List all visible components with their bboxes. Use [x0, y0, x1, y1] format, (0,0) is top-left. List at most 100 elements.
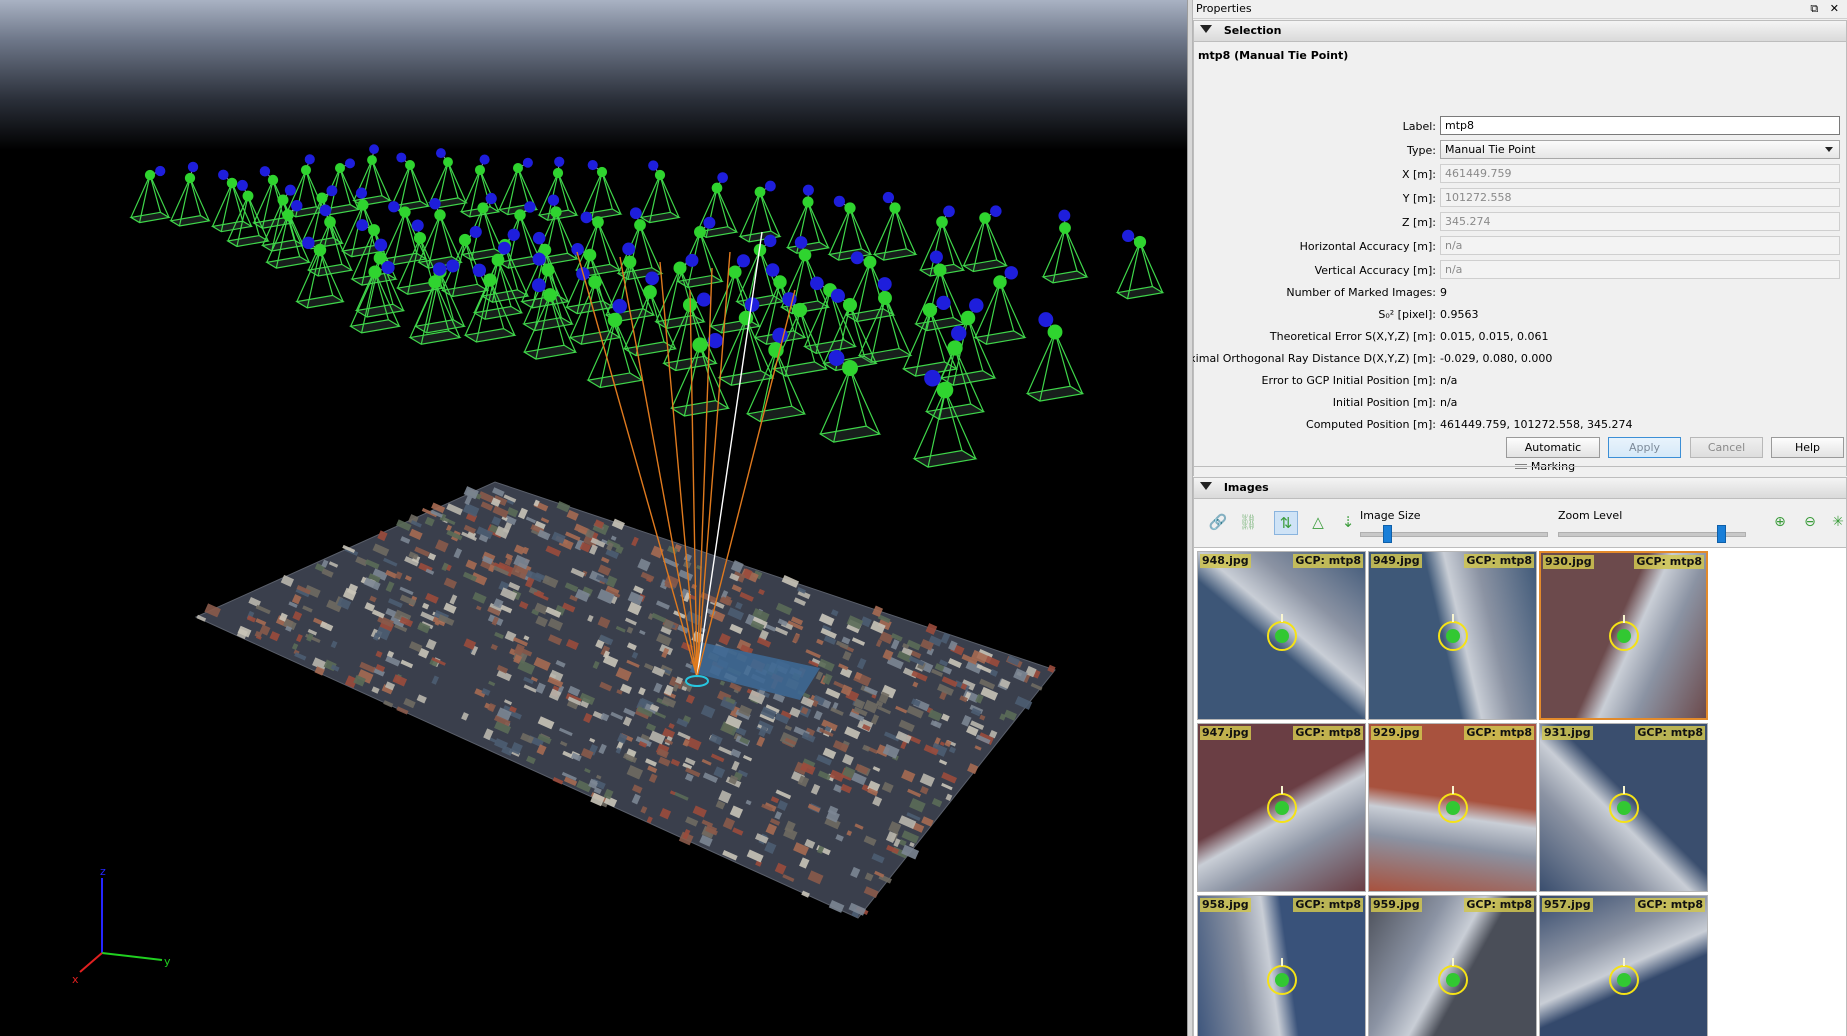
zoom-in-icon[interactable]: ⊕: [1768, 511, 1792, 535]
automatic-marking-button[interactable]: Automatic Marking: [1506, 437, 1600, 473]
camera-direction-dot: [531, 278, 546, 293]
sort-az-icon[interactable]: ⇣: [1336, 511, 1360, 535]
camera-frustum-edge: [383, 211, 406, 260]
selection-section-header[interactable]: Selection: [1193, 20, 1847, 42]
camera-center-dot: [936, 216, 948, 228]
chevron-down-icon[interactable]: [1825, 147, 1833, 152]
camera-frustum-edge: [828, 207, 851, 255]
image-size-slider-thumb[interactable]: [1383, 525, 1392, 543]
camera-frustum-edge: [1042, 227, 1066, 278]
camera-frustum-edge: [716, 187, 738, 233]
camera-direction-dot: [877, 277, 892, 292]
camera-frustum-edge: [1054, 331, 1084, 394]
type-dropdown[interactable]: Manual Tie Point: [1440, 140, 1840, 159]
help-button[interactable]: Help: [1771, 437, 1844, 458]
camera-center-dot: [643, 285, 657, 299]
3d-viewport[interactable]: z y x: [0, 0, 1187, 1036]
label-input[interactable]: mtp8: [1440, 116, 1840, 135]
image-thumbnail[interactable]: 949.jpg GCP: mtp8: [1368, 551, 1537, 720]
zoom-out-icon[interactable]: ⊖: [1798, 511, 1822, 535]
camera-direction-dot: [532, 231, 546, 245]
tie-point-marker-icon[interactable]: [1608, 964, 1639, 995]
camera-center-dot: [933, 263, 947, 277]
camera-direction-dot: [498, 241, 511, 255]
info-value: 9: [1440, 286, 1447, 299]
camera-direction-dot: [304, 154, 315, 165]
images-section-header[interactable]: Images: [1193, 477, 1847, 499]
camera-center-dot: [798, 248, 812, 262]
thumbnail-gcp-label: GCP: mtp8: [1634, 555, 1704, 569]
camera-center-dot: [368, 265, 382, 279]
info-row: Theoretical Error S(X,Y,Z) [m]: 0.015, 0…: [1194, 326, 1847, 347]
type-row: Type: Manual Tie Point: [1194, 140, 1847, 161]
camera-direction-dot: [882, 191, 895, 204]
fit-icon[interactable]: ✳: [1826, 511, 1847, 535]
tie-point-marker-icon[interactable]: [1437, 964, 1468, 995]
vertical-accuracy-row: Vertical Accuracy [m]: n/a: [1194, 260, 1847, 281]
camera-center-dot: [491, 253, 505, 267]
camera-center-dot: [512, 162, 524, 174]
link-icon[interactable]: 🔗: [1206, 511, 1230, 535]
tie-point-marker-icon[interactable]: [1608, 620, 1639, 651]
collapse-triangle-icon[interactable]: [1200, 482, 1212, 490]
camera-frustum-edge: [429, 161, 449, 204]
camera-center-dot: [979, 212, 991, 224]
sort-triangle-icon[interactable]: △: [1306, 511, 1330, 535]
camera-direction-dot: [155, 165, 166, 177]
resize-grip[interactable]: [1515, 464, 1527, 469]
tie-point-marker-icon[interactable]: [1437, 792, 1468, 823]
camera-frustum-edge: [640, 174, 661, 218]
tie-point-marker-icon[interactable]: [1266, 620, 1297, 651]
camera-direction-dot: [696, 292, 712, 307]
thumbnail-filename: 930.jpg: [1543, 555, 1594, 569]
image-thumbnail[interactable]: 958.jpg GCP: mtp8: [1197, 895, 1366, 1036]
properties-panel: Properties ⧉ ✕ Selection mtp8 (Manual Ti…: [1193, 0, 1847, 1036]
camera-center-dot: [483, 273, 497, 287]
image-thumbnail[interactable]: 947.jpg GCP: mtp8: [1197, 723, 1366, 892]
camera-center-dot: [474, 164, 486, 176]
camera-center-dot: [634, 219, 646, 231]
camera-center-dot: [1133, 235, 1147, 249]
camera-center-dot: [583, 248, 597, 262]
camera-direction-dot: [302, 236, 315, 250]
y-field-label: Y [m]:: [1402, 192, 1436, 205]
camera-center-dot: [878, 291, 892, 305]
zoom-level-slider-thumb[interactable]: [1717, 525, 1726, 543]
thumbnail-gcp-label: GCP: mtp8: [1464, 726, 1534, 740]
marker-tick: [1451, 786, 1454, 794]
tie-point-marker-icon[interactable]: [1266, 964, 1297, 995]
info-label: Theoretical Error S(X,Y,Z) [m]:: [1269, 330, 1436, 343]
3d-scene[interactable]: z y x: [0, 0, 1187, 1036]
image-thumbnail[interactable]: 948.jpg GCP: mtp8: [1197, 551, 1366, 720]
label-row: Label: mtp8: [1194, 116, 1847, 137]
image-thumbnail[interactable]: 930.jpg GCP: mtp8: [1539, 551, 1708, 720]
camera-direction-dot: [388, 201, 400, 213]
apply-button[interactable]: Apply: [1608, 437, 1681, 458]
collapse-triangle-icon[interactable]: [1200, 25, 1212, 33]
sort-vertical-icon[interactable]: ⇅: [1274, 511, 1298, 535]
image-thumbnail[interactable]: 929.jpg GCP: mtp8: [1368, 723, 1537, 892]
camera-direction-dot: [802, 184, 814, 196]
camera-center-dot: [692, 337, 708, 353]
image-thumbnail[interactable]: 959.jpg GCP: mtp8: [1368, 895, 1537, 1036]
panel-window-buttons[interactable]: ⧉ ✕: [1810, 0, 1843, 18]
image-thumbnail[interactable]: 957.jpg GCP: mtp8: [1539, 895, 1708, 1036]
tie-point-marker-icon[interactable]: [1608, 792, 1639, 823]
camera-frustum-edge: [929, 309, 946, 363]
camera-center-dot: [993, 275, 1007, 289]
camera-center-dot: [654, 169, 666, 181]
camera-direction-dot: [284, 184, 296, 196]
info-row: Error to GCP Initial Position [m]: n/a: [1194, 370, 1847, 391]
marker-tick: [1451, 614, 1454, 622]
camera-direction-dot: [522, 157, 533, 168]
tie-point-marker-icon[interactable]: [1437, 620, 1468, 651]
marker-tick: [1280, 958, 1283, 966]
camera-frustum-edge: [944, 389, 977, 460]
image-thumbnail[interactable]: 931.jpg GCP: mtp8: [1539, 723, 1708, 892]
camera-frustum-edge: [807, 201, 830, 248]
tie-point-marker-icon[interactable]: [1266, 792, 1297, 823]
camera-center-dot: [960, 310, 976, 326]
unlink-icon[interactable]: ⛓: [1236, 511, 1260, 535]
camera-direction-dot: [828, 349, 845, 366]
camera-direction-dot: [969, 298, 984, 313]
